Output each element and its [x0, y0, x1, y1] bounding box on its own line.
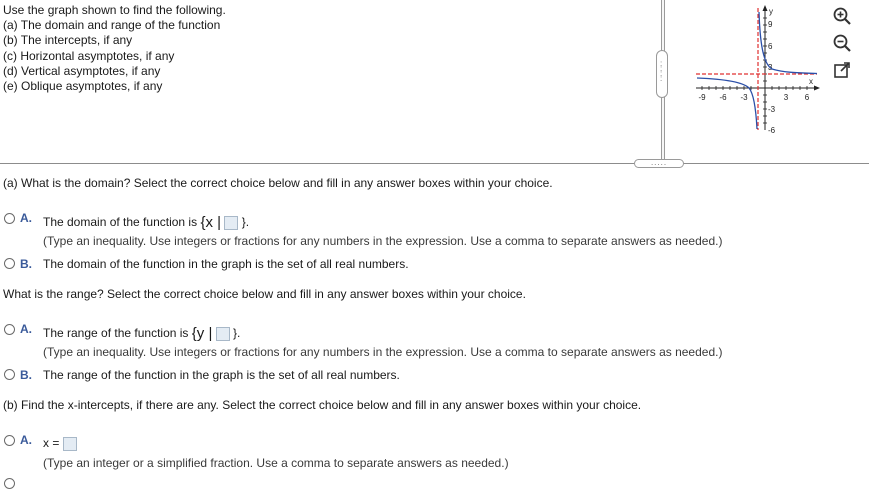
domain-choice-a-radio[interactable] — [4, 213, 15, 224]
domain-choice-a-label: The domain of the function is — [43, 215, 198, 229]
domain-choice-a-hint: (Type an inequality. Use integers or fra… — [43, 234, 723, 248]
domain-choice-b-letter: B. — [20, 257, 32, 271]
x-intercepts-choice-a-radio[interactable] — [4, 435, 15, 446]
popout-icon[interactable] — [832, 60, 852, 80]
domain-choice-b-text: The domain of the function in the graph … — [43, 257, 409, 271]
range-question: What is the range? Select the correct ch… — [3, 287, 526, 301]
domain-choice-b-radio[interactable] — [4, 258, 15, 269]
x-tick-label: 6 — [805, 93, 810, 102]
x-tick-label: -6 — [719, 93, 727, 102]
y-tick-label: 6 — [768, 42, 773, 51]
x-tick-label: -9 — [698, 93, 706, 102]
x-intercepts-choice-a-text: x = — [43, 436, 77, 451]
instruction-item: (d) Vertical asymptotes, if any — [3, 63, 161, 78]
zoom-in-icon[interactable] — [832, 6, 852, 26]
x-axis-label: x — [809, 77, 813, 86]
range-choice-a-label: The range of the function is — [43, 326, 189, 340]
x-intercepts-question: (b) Find the x-intercepts, if there are … — [3, 398, 642, 412]
domain-answer-box[interactable] — [224, 215, 239, 230]
domain-choice-a-letter: A. — [20, 211, 32, 225]
x-intercepts-choice-b-radio[interactable] — [4, 478, 15, 489]
domain-set-close: }. — [241, 215, 250, 229]
x-axis-arrow — [814, 85, 820, 91]
x-intercepts-prefix: x = — [43, 436, 60, 450]
y-tick-label: 9 — [768, 20, 773, 29]
range-set-open: {y | — [191, 325, 213, 342]
x-intercepts-choice-a-letter: A. — [20, 433, 32, 447]
x-intercepts-choice-a-hint: (Type an integer or a simplified fractio… — [43, 456, 509, 470]
horizontal-splitter-handle[interactable]: ..... — [634, 159, 684, 168]
y-tick-label: -6 — [768, 126, 776, 135]
range-choice-b-letter: B. — [20, 368, 32, 382]
instructions: Use the graph shown to find the followin… — [3, 3, 226, 94]
range-choice-a-hint: (Type an inequality. Use integers or fra… — [43, 345, 723, 359]
range-choice-a-letter: A. — [20, 322, 32, 336]
graph-tools — [832, 6, 854, 87]
x-intercepts-answer-box[interactable] — [62, 436, 77, 451]
x-tick-label: 3 — [784, 93, 789, 102]
instruction-item: (a) The domain and range of the function — [3, 18, 221, 33]
instruction-item: (b) The intercepts, if any — [3, 33, 133, 48]
zoom-out-icon[interactable] — [832, 33, 852, 53]
range-answer-box[interactable] — [215, 326, 230, 341]
instruction-item: (e) Oblique asymptotes, if any — [3, 79, 163, 94]
range-choice-a-radio[interactable] — [4, 324, 15, 335]
curve-left-branch — [696, 77, 758, 130]
function-graph: y x -9 -6 -3 3 6 9 6 3 -3 -6 — [696, 5, 820, 135]
instructions-intro: Use the graph shown to find the followin… — [3, 3, 226, 17]
y-axis-label: y — [769, 7, 773, 16]
range-choice-a-text: The range of the function is {y | }. — [43, 325, 240, 342]
range-choice-b-radio[interactable] — [4, 369, 15, 380]
vertical-splitter-handle[interactable]: :::: — [656, 50, 668, 98]
y-tick-label: -3 — [768, 105, 776, 114]
instruction-item: (c) Horizontal asymptotes, if any — [3, 48, 175, 63]
range-set-close: }. — [233, 326, 241, 340]
domain-set-open: {x | — [200, 214, 222, 231]
range-choice-b-text: The range of the function in the graph i… — [43, 368, 400, 382]
horizontal-divider — [0, 163, 869, 164]
domain-choice-a-text: The domain of the function is {x | }. — [43, 214, 249, 231]
x-tick-label: -3 — [740, 93, 748, 102]
domain-question: (a) What is the domain? Select the corre… — [3, 176, 553, 190]
y-axis-arrow — [762, 5, 768, 11]
